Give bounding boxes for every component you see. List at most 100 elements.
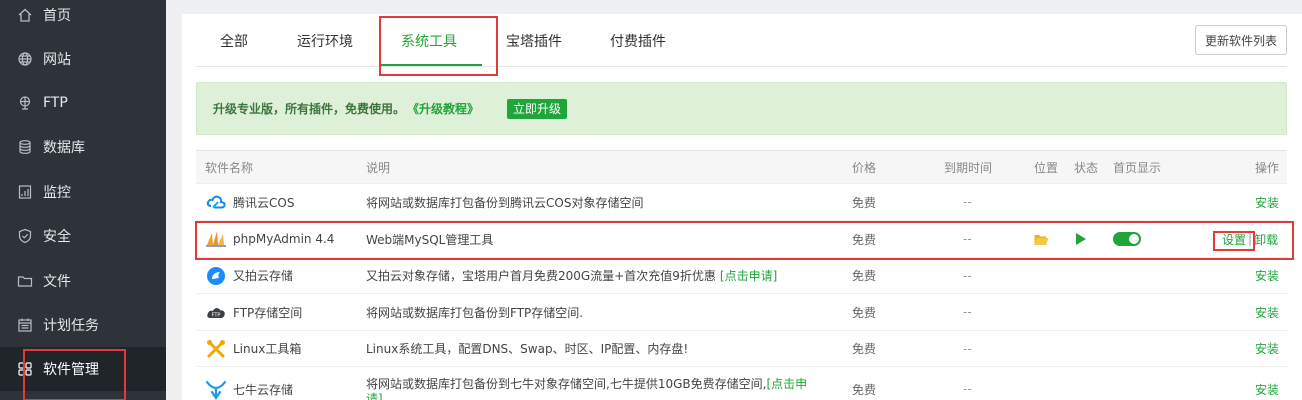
upgrade-tutorial-link[interactable]: 《升级教程》 xyxy=(407,100,479,117)
open-folder-button[interactable] xyxy=(1034,221,1049,257)
globe-icon xyxy=(17,51,33,67)
install-button[interactable]: 安装 xyxy=(1255,294,1279,330)
sidebar-item-security[interactable]: 安全 xyxy=(0,214,166,258)
table-row: 又拍云存储 又拍云对象存储，宝塔用户首月免费200G流量+首次充值9折优惠 [点… xyxy=(196,258,1287,294)
sidebar-item-label: FTP xyxy=(43,95,68,111)
software-desc: 将网站或数据库打包备份到FTP存储空间. xyxy=(366,305,584,320)
software-name: 七牛云存储 xyxy=(233,382,294,397)
sidebar-item-label: 安全 xyxy=(43,229,71,245)
software-name: 又拍云存储 xyxy=(233,269,294,283)
software-price: 免费 xyxy=(852,342,877,356)
tab-all[interactable]: 全部 xyxy=(220,14,248,67)
software-name-cell: 又拍云存储 xyxy=(205,258,293,293)
sidebar-item-label: 数据库 xyxy=(43,140,85,156)
software-name-cell: Linux工具箱 xyxy=(205,331,301,366)
svg-text:FTP: FTP xyxy=(212,313,221,319)
table-row: Linux工具箱 Linux系统工具，配置DNS、Swap、时区、IP配置、内存… xyxy=(196,331,1287,367)
software-expire: -- xyxy=(963,382,972,396)
tab-active-indicator xyxy=(381,64,482,66)
software-desc: Web端MySQL管理工具 xyxy=(366,232,494,247)
col-header-homepage: 首页显示 xyxy=(1113,160,1162,175)
ftp-icon xyxy=(17,95,33,111)
install-button[interactable]: 安装 xyxy=(1255,331,1279,366)
sidebar-item-label: 计划任务 xyxy=(43,318,99,334)
apply-link-continued[interactable]: 请] xyxy=(366,392,383,400)
homepage-display-toggle[interactable] xyxy=(1113,221,1141,257)
sidebar-item-label: 首页 xyxy=(43,8,71,24)
software-name: phpMyAdmin 4.4 xyxy=(233,232,335,246)
calendar-icon xyxy=(17,317,33,333)
software-name: FTP存储空间 xyxy=(233,305,303,320)
grid-icon xyxy=(17,361,33,377)
upgrade-banner: 升级专业版，所有插件，免费使用。 《升级教程》 立即升级 xyxy=(196,82,1287,135)
sidebar-item-ftp[interactable]: FTP xyxy=(0,81,166,125)
action-cell: 设置 | 卸载 xyxy=(1222,221,1278,257)
table-row: 七牛云存储 将网站或数据库打包备份到七牛对象存储空间,七牛提供10GB免费存储空… xyxy=(196,367,1287,400)
software-expire: -- xyxy=(963,341,972,356)
software-desc: 又拍云对象存储，宝塔用户首月免费200G流量+首次充值9折优惠 [点击申请] xyxy=(366,258,777,293)
settings-link[interactable]: 设置 xyxy=(1222,231,1246,248)
sidebar-item-software[interactable]: 软件管理 xyxy=(0,347,166,391)
sidebar-item-monitor[interactable]: 监控 xyxy=(0,170,166,214)
shield-icon xyxy=(17,228,33,244)
sidebar-item-database[interactable]: 数据库 xyxy=(0,125,166,169)
tencent-cloud-icon xyxy=(205,191,227,213)
tab-paid-plugins[interactable]: 付费插件 xyxy=(610,14,666,67)
software-price: 免费 xyxy=(852,382,877,397)
sidebar-item-files[interactable]: 文件 xyxy=(0,259,166,303)
sidebar-item-home[interactable]: 首页 xyxy=(0,0,166,37)
sidebar-item-label: 文件 xyxy=(43,274,71,290)
software-name-cell: 七牛云存储 xyxy=(205,367,293,400)
service-status-button[interactable] xyxy=(1076,221,1086,257)
phpmyadmin-icon xyxy=(205,228,227,250)
software-price: 免费 xyxy=(852,269,877,283)
tab-runtime[interactable]: 运行环境 xyxy=(297,14,353,67)
sidebar-item-website[interactable]: 网站 xyxy=(0,37,166,81)
install-button[interactable]: 安装 xyxy=(1255,184,1279,220)
col-header-desc: 说明 xyxy=(366,160,391,175)
apply-link[interactable]: [点击申请] xyxy=(720,267,777,284)
database-icon xyxy=(17,139,33,155)
software-name: 腾讯云COS xyxy=(233,195,295,210)
monitor-icon xyxy=(17,184,33,200)
col-header-price: 价格 xyxy=(852,160,877,175)
home-icon xyxy=(17,7,33,23)
software-expire: -- xyxy=(963,268,972,283)
tools-icon xyxy=(205,338,227,360)
software-expire: -- xyxy=(963,232,972,246)
uninstall-link[interactable]: 卸载 xyxy=(1254,231,1278,248)
main-panel: 全部 运行环境 系统工具 宝塔插件 付费插件 更新软件列表 升级专业版，所有插件… xyxy=(182,14,1302,400)
folder-open-icon xyxy=(1034,234,1049,245)
software-expire: -- xyxy=(963,305,972,319)
tab-bt-plugins[interactable]: 宝塔插件 xyxy=(506,14,562,67)
software-expire: -- xyxy=(963,195,972,209)
sidebar: 首页 网站 FTP 数据库 监控 安全 文件 计划任务 软件管理 xyxy=(0,0,166,400)
apply-link[interactable]: [点击申 xyxy=(766,377,807,391)
col-header-action: 操作 xyxy=(1255,160,1280,175)
folder-icon xyxy=(17,273,33,289)
toggle-switch[interactable] xyxy=(1113,232,1141,246)
sidebar-item-label: 监控 xyxy=(43,185,71,201)
upyun-icon xyxy=(205,265,227,287)
install-button[interactable]: 安装 xyxy=(1255,258,1279,293)
sidebar-item-label: 网站 xyxy=(43,52,71,68)
refresh-software-list-button[interactable]: 更新软件列表 xyxy=(1195,25,1287,55)
action-separator: | xyxy=(1248,232,1253,246)
install-button[interactable]: 安装 xyxy=(1255,367,1279,400)
software-name-cell: phpMyAdmin 4.4 xyxy=(205,221,334,257)
software-price: 免费 xyxy=(852,195,877,210)
qiniu-icon xyxy=(205,378,227,400)
software-price: 免费 xyxy=(852,232,877,247)
col-header-name: 软件名称 xyxy=(205,160,254,175)
upgrade-banner-text: 升级专业版，所有插件，免费使用。 xyxy=(213,102,406,116)
tab-bar: 全部 运行环境 系统工具 宝塔插件 付费插件 xyxy=(196,14,1287,67)
software-name: Linux工具箱 xyxy=(233,342,302,356)
tab-system-tools[interactable]: 系统工具 xyxy=(401,14,457,67)
sidebar-item-cron[interactable]: 计划任务 xyxy=(0,303,166,347)
table-header: 软件名称 说明 价格 到期时间 位置 状态 首页显示 操作 xyxy=(196,150,1287,184)
upgrade-now-button[interactable]: 立即升级 xyxy=(507,98,568,119)
play-icon xyxy=(1076,233,1086,245)
software-name-cell: 腾讯云COS xyxy=(205,184,294,220)
software-price: 免费 xyxy=(852,305,877,320)
software-desc: 将网站或数据库打包备份到七牛对象存储空间,七牛提供10GB免费存储空间,[点击申… xyxy=(366,377,816,400)
